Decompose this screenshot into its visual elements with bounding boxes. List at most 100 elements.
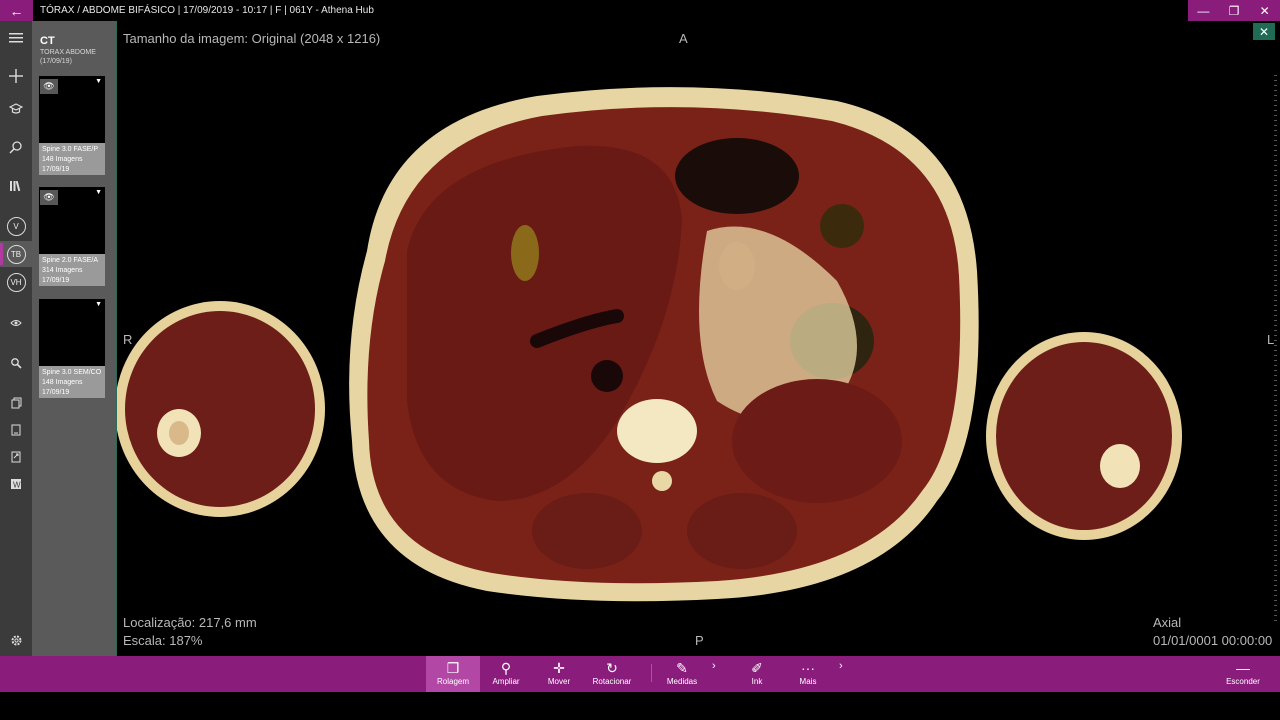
pen-icon: ✐ [751,660,763,676]
more-icon: ··· [801,660,815,676]
tool-label: Rolagem [436,677,469,686]
education-button[interactable] [0,96,32,122]
library-button[interactable] [0,173,32,199]
window-controls: — ❐ ✕ [1188,0,1280,21]
tool-label: Ampliar [492,677,520,686]
magnify-icon: ⚲ [500,660,512,676]
series-name: Spine 2.0 FASE/A [42,257,99,264]
series-date: 17/09/19 [42,166,70,173]
tool-label: Rotacionar [592,677,632,686]
layers-icon: ❐ [446,660,460,676]
find-button[interactable] [0,350,32,376]
minus-icon: — [1236,660,1250,676]
caret-down-icon[interactable]: ▼ [95,301,102,308]
rail-badge-vh[interactable]: VH [0,269,32,295]
magnifier-icon [11,358,22,369]
hamburger-icon [9,33,23,43]
restore-button[interactable]: ❐ [1219,0,1250,21]
visibility-button[interactable] [0,310,32,336]
orientation-right: R [123,332,133,347]
badge-label: V [6,216,26,236]
settings-button[interactable] [0,627,32,653]
rail-badge-tb[interactable]: TB [0,241,32,267]
ink-tool-button[interactable]: ✐ Ink [730,656,784,692]
series-thumbnail[interactable]: 👁 ▼ Spine 3.0 FASE/P 148 Imagens 17/09/1… [39,76,105,175]
tool-label: Esconder [1226,677,1260,686]
rotate-tool-button[interactable]: ↻ Rotacionar [585,656,639,692]
thumbnail-image [39,299,105,366]
tool-label: Ink [751,677,763,686]
caret-down-icon[interactable]: ▼ [95,189,102,196]
series-thumbnail[interactable]: 👁 ▼ Spine 2.0 FASE/A 314 Imagens 17/09/1… [39,187,105,286]
tool-label: Medidas [666,677,698,686]
more-tool-button[interactable]: ··· Mais [781,656,835,692]
series-count: 148 Imagens [42,379,83,386]
orientation-anterior: A [679,31,688,46]
measure-tool-button[interactable]: ✎ Medidas [655,656,709,692]
chevron-right-icon[interactable]: › [839,660,843,672]
toolbar-separator [651,664,652,682]
minimize-button[interactable]: — [1188,0,1219,21]
location-readout: Localização: 217,6 mm [123,615,257,630]
tool-label: Mover [547,677,571,686]
export-icon [11,451,21,463]
scroll-tool-button[interactable]: ❐ Rolagem [426,656,480,692]
series-info: Spine 2.0 FASE/A 314 Imagens 17/09/19 [42,256,104,286]
close-viewer-button[interactable]: ✕ [1253,23,1275,40]
series-info: Spine 3.0 SEM/CO 148 Imagens 17/09/19 [42,368,104,398]
svg-text:W: W [13,481,21,490]
caret-down-icon[interactable]: ▼ [95,78,102,85]
series-thumbnail[interactable]: ▼ Spine 3.0 SEM/CO 148 Imagens 17/09/19 [39,299,105,398]
search-icon [9,141,22,154]
add-button[interactable] [0,63,32,89]
orientation-posterior: P [695,633,704,648]
series-count: 148 Imagens [42,156,83,163]
modality-label: CT [40,35,55,47]
gear-icon [11,635,21,645]
series-panel: CT TORAX ABDOME (17/09/19) 👁 ▼ Spine 3.0… [32,21,116,656]
slice-scrollbar[interactable] [1274,71,1277,631]
copy-icon [11,397,21,409]
tool-bar: ❐ Rolagem ⚲ Ampliar ✛ Mover ↻ Rotacionar… [0,656,1280,692]
back-button[interactable]: ← [0,0,33,21]
library-icon [10,180,21,192]
menu-button[interactable] [0,25,32,51]
word-doc-icon: W [11,479,21,490]
export-button[interactable] [0,444,32,470]
badge-label: TB [6,244,26,264]
study-description: TORAX ABDOME (17/09/19) [40,49,96,65]
plane-label: Axial [1153,615,1182,630]
axial-section-image[interactable] [117,21,1280,656]
series-name: Spine 3.0 SEM/CO [42,369,102,376]
word-button[interactable]: W [0,471,32,497]
series-count: 314 Imagens [42,267,83,274]
badge-label: VH [6,272,26,292]
datetime-label: 01/01/0001 00:00:00 [1153,633,1273,648]
search-button[interactable] [0,134,32,160]
hide-toolbar-button[interactable]: — Esconder [1216,656,1270,692]
series-name: Spine 3.0 FASE/P [42,146,99,153]
chevron-right-icon[interactable]: › [712,660,716,672]
window-title: TÓRAX / ABDOME BIFÁSICO | 17/09/2019 - 1… [40,5,374,16]
plus-icon [9,69,23,83]
arrow-left-icon: ← [9,2,24,19]
copy-button[interactable] [0,390,32,416]
scroll-tick [1274,616,1277,621]
eye-icon [10,320,22,326]
eye-icon[interactable]: 👁 [40,79,58,94]
ruler-icon: ✎ [676,660,688,676]
close-button[interactable]: ✕ [1249,0,1280,21]
document-button[interactable] [0,417,32,443]
document-icon [11,424,21,436]
eye-icon[interactable]: 👁 [40,190,58,205]
rail-badge-v[interactable]: V [0,213,32,239]
series-info: Spine 3.0 FASE/P 148 Imagens 17/09/19 [42,145,104,175]
tool-label: Mais [799,677,817,686]
title-bar: ← TÓRAX / ABDOME BIFÁSICO | 17/09/2019 -… [0,0,1280,21]
image-viewer[interactable]: Tamanho da imagem: Original (2048 x 1216… [116,21,1280,656]
taskbar-gap [0,692,1280,720]
zoom-tool-button[interactable]: ⚲ Ampliar [479,656,533,692]
nav-rail: V TB VH W [0,21,32,656]
pan-tool-button[interactable]: ✛ Mover [532,656,586,692]
image-size-label: Tamanho da imagem: Original (2048 x 1216… [123,31,381,46]
